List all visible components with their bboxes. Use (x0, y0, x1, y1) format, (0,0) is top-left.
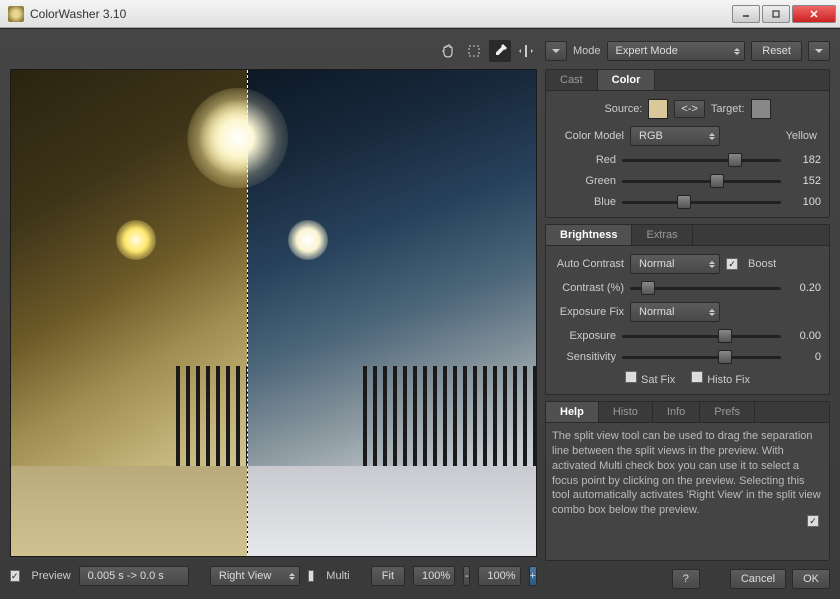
dialog-buttons: ? Cancel OK (545, 569, 830, 589)
bottom-bar: Preview 0.005 s -> 0.0 s Right View Mult… (10, 563, 537, 589)
reset-button[interactable]: Reset (751, 41, 802, 61)
sensitivity-value: 0 (787, 351, 821, 363)
marquee-tool-icon[interactable] (463, 40, 485, 62)
boost-label: Boost (748, 258, 776, 270)
titlebar: ColorWasher 3.10 (0, 0, 840, 28)
mode-label: Mode (573, 45, 601, 57)
boost-checkbox[interactable] (726, 258, 738, 270)
zoom-minus-button[interactable]: - (463, 566, 470, 586)
ok-button[interactable]: OK (792, 569, 830, 589)
fit-button[interactable]: Fit (371, 566, 405, 586)
color-model-label: Color Model (554, 130, 624, 142)
red-label: Red (554, 154, 616, 166)
split-tool-icon[interactable] (515, 40, 537, 62)
info-panel-group: Help Histo Info Prefs The split view too… (545, 401, 830, 561)
app-body: Preview 0.005 s -> 0.0 s Right View Mult… (0, 28, 840, 599)
maximize-button[interactable] (762, 5, 790, 23)
exposure-slider[interactable] (622, 329, 781, 343)
tab-help[interactable]: Help (546, 402, 599, 422)
zoom-plus-button[interactable]: + (529, 566, 537, 586)
help-button[interactable]: ? (672, 569, 700, 589)
window-title: ColorWasher 3.10 (30, 7, 732, 21)
close-button[interactable] (792, 5, 836, 23)
auto-contrast-select[interactable]: Normal (630, 254, 720, 274)
preview-after (248, 70, 536, 556)
multi-checkbox[interactable] (308, 570, 314, 582)
exposure-label: Exposure (554, 330, 616, 342)
source-swatch[interactable] (648, 99, 668, 119)
side-panel: Mode Expert Mode Reset Cast Color Source… (545, 39, 830, 589)
contrast-value: 0.20 (787, 282, 821, 294)
reset-dropdown[interactable] (808, 41, 830, 61)
tab-prefs[interactable]: Prefs (700, 402, 755, 422)
app-window: ColorWasher 3.10 (0, 0, 840, 599)
tab-info[interactable]: Info (653, 402, 700, 422)
preview-checkbox[interactable] (10, 570, 20, 582)
satfix-label: Sat Fix (641, 374, 675, 386)
blue-value: 100 (787, 196, 821, 208)
red-slider[interactable] (622, 153, 781, 167)
target-swatch[interactable] (751, 99, 771, 119)
tab-cast[interactable]: Cast (546, 70, 598, 90)
eyedropper-tool-icon[interactable] (489, 40, 511, 62)
zoom-left-stepper[interactable]: 100% (413, 566, 455, 586)
green-value: 152 (787, 175, 821, 187)
mode-select[interactable]: Expert Mode (607, 41, 746, 61)
blue-slider[interactable] (622, 195, 781, 209)
app-icon (8, 6, 24, 22)
help-text: The split view tool can be used to drag … (546, 423, 829, 531)
preview-area[interactable] (10, 69, 537, 557)
exposure-value: 0.00 (787, 330, 821, 342)
blue-label: Blue (554, 196, 616, 208)
brightness-panel-group: Brightness Extras Auto Contrast Normal B… (545, 224, 830, 395)
color-panel-group: Cast Color Source: <-> Target: Color Mod… (545, 69, 830, 218)
contrast-label: Contrast (%) (554, 282, 624, 294)
source-label: Source: (604, 103, 642, 115)
tab-extras[interactable]: Extras (632, 225, 692, 245)
tab-histo[interactable]: Histo (599, 402, 653, 422)
satfix-checkbox[interactable] (625, 371, 637, 383)
color-model-select[interactable]: RGB (630, 126, 720, 146)
multi-label: Multi (326, 570, 349, 582)
green-label: Green (554, 175, 616, 187)
tab-color[interactable]: Color (598, 70, 656, 90)
preset-dropdown[interactable] (545, 41, 567, 61)
target-label: Target: (711, 103, 745, 115)
minimize-button[interactable] (732, 5, 760, 23)
sensitivity-slider[interactable] (622, 350, 781, 364)
histofix-checkbox[interactable] (691, 371, 703, 383)
main-panel: Preview 0.005 s -> 0.0 s Right View Mult… (10, 39, 537, 589)
cancel-button[interactable]: Cancel (730, 569, 786, 589)
tab-brightness[interactable]: Brightness (546, 225, 632, 245)
help-toggle-checkbox[interactable] (807, 515, 819, 527)
color-name-label: Yellow (786, 130, 817, 142)
swap-button[interactable]: <-> (674, 100, 705, 118)
preview-label: Preview (32, 570, 71, 582)
toolbar (10, 39, 537, 63)
hand-tool-icon[interactable] (437, 40, 459, 62)
sensitivity-label: Sensitivity (554, 351, 616, 363)
window-controls (732, 5, 836, 23)
contrast-slider[interactable] (630, 281, 781, 295)
exposure-fix-select[interactable]: Normal (630, 302, 720, 322)
exposure-fix-label: Exposure Fix (554, 306, 624, 318)
auto-contrast-label: Auto Contrast (554, 258, 624, 270)
zoom-right-stepper[interactable]: 100% (478, 566, 520, 586)
mode-row: Mode Expert Mode Reset (545, 39, 830, 63)
red-value: 182 (787, 154, 821, 166)
green-slider[interactable] (622, 174, 781, 188)
view-mode-select[interactable]: Right View (210, 566, 300, 586)
histofix-label: Histo Fix (707, 374, 750, 386)
timing-display[interactable]: 0.005 s -> 0.0 s (79, 566, 189, 586)
